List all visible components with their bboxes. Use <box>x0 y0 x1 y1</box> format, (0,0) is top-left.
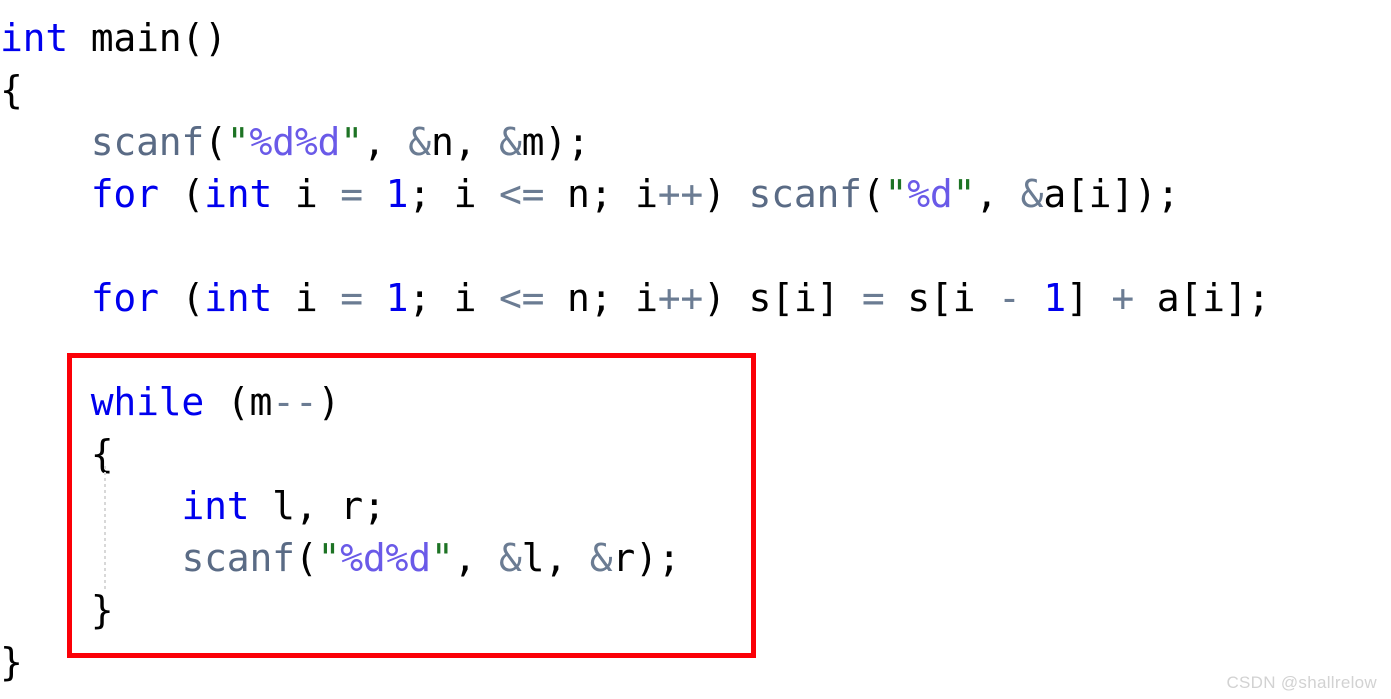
token-op: ++ <box>657 172 704 216</box>
token-num: 1 <box>385 276 409 320</box>
token-fn: scanf <box>90 120 205 164</box>
token-op: & <box>589 536 613 580</box>
token-id: main() <box>68 16 227 60</box>
token-id: ) s[i] <box>703 276 862 320</box>
token-id <box>363 276 386 320</box>
code-line-4: for (int i = 1; i <= n; i++) scanf("%d",… <box>0 168 1180 220</box>
token-num: 1 <box>385 172 409 216</box>
token-id: } <box>0 588 114 632</box>
token-id <box>0 484 181 528</box>
token-id: s[i <box>884 276 998 320</box>
token-id: r); <box>612 536 681 580</box>
token-id: ( <box>861 172 885 216</box>
code-line-9: { <box>0 428 114 480</box>
token-id <box>1021 276 1044 320</box>
token-op: & <box>498 120 522 164</box>
code-line-8: while (m--) <box>0 376 341 428</box>
token-str: " <box>317 536 341 580</box>
token-id <box>363 172 386 216</box>
token-id: a[i]; <box>1134 276 1271 320</box>
token-id: { <box>0 432 114 476</box>
token-id: n; i <box>544 276 658 320</box>
token-kw: int <box>0 16 69 60</box>
token-num: 1 <box>1043 276 1066 320</box>
code-line-13: } <box>0 636 23 688</box>
token-fmt: %d%d <box>249 120 341 164</box>
code-line-1: int main() <box>0 12 227 64</box>
code-line-6: for (int i = 1; i <= n; i++) s[i] = s[i … <box>0 272 1271 324</box>
token-id: , <box>453 536 499 580</box>
token-id: l, r; <box>249 484 386 528</box>
token-id: i <box>272 172 341 216</box>
code-line-11: scanf("%d%d", &l, &r); <box>0 532 680 584</box>
token-op: -- <box>272 380 318 424</box>
token-id: ] <box>1066 276 1112 320</box>
token-str: " <box>884 172 908 216</box>
token-id: , <box>975 172 1021 216</box>
token-str: " <box>952 172 976 216</box>
token-id: i <box>272 276 341 320</box>
token-op: = <box>340 172 363 216</box>
token-id: (m <box>204 380 273 424</box>
token-id <box>0 380 91 424</box>
token-op: & <box>408 120 431 164</box>
token-op: <= <box>499 276 545 320</box>
token-kw: int <box>181 484 250 528</box>
code-line-3: scanf("%d%d", &n, &m); <box>0 116 590 168</box>
token-kw: for <box>90 172 159 216</box>
token-id: ) <box>703 172 749 216</box>
token-fn: scanf <box>748 172 862 216</box>
code-line-10: int l, r; <box>0 480 386 532</box>
token-id: n; i <box>544 172 658 216</box>
token-op: - <box>997 276 1021 320</box>
code-editor-surface: int main(){ scanf("%d%d", &n, &m); for (… <box>0 0 1391 699</box>
csdn-watermark: CSDN @shallrelow <box>1226 673 1377 692</box>
token-id <box>0 120 91 164</box>
token-id: } <box>0 640 23 684</box>
token-id: ( <box>158 276 205 320</box>
token-kw: for <box>90 276 159 320</box>
token-str: " <box>340 120 363 164</box>
token-id <box>0 172 91 216</box>
token-op: + <box>1111 276 1135 320</box>
token-id: ; i <box>408 172 499 216</box>
token-kw: while <box>90 380 205 424</box>
token-fmt: %d%d <box>340 536 431 580</box>
indent-guide-line <box>104 466 106 590</box>
token-kw: int <box>204 172 273 216</box>
code-line-2: { <box>0 64 23 116</box>
token-id: ( <box>158 172 205 216</box>
token-id: ; i <box>408 276 499 320</box>
token-id: n, <box>430 120 499 164</box>
token-id: { <box>0 68 23 112</box>
token-fmt: %d <box>907 172 953 216</box>
token-id: , <box>362 120 409 164</box>
token-id: ( <box>294 536 318 580</box>
token-op: <= <box>499 172 545 216</box>
token-op: & <box>498 536 522 580</box>
token-id: a[i]); <box>1043 172 1180 216</box>
token-op: & <box>1020 172 1044 216</box>
token-str: " <box>226 120 250 164</box>
token-id <box>0 276 91 320</box>
token-id: ( <box>204 120 227 164</box>
token-id <box>0 536 181 580</box>
token-kw: int <box>204 276 273 320</box>
token-op: = <box>340 276 363 320</box>
token-op: = <box>861 276 885 320</box>
token-id: m); <box>521 120 590 164</box>
token-id: ) <box>317 380 341 424</box>
token-str: " <box>430 536 454 580</box>
code-line-12: } <box>0 584 114 636</box>
token-op: ++ <box>657 276 704 320</box>
token-id: l, <box>521 536 590 580</box>
token-fn: scanf <box>181 536 295 580</box>
